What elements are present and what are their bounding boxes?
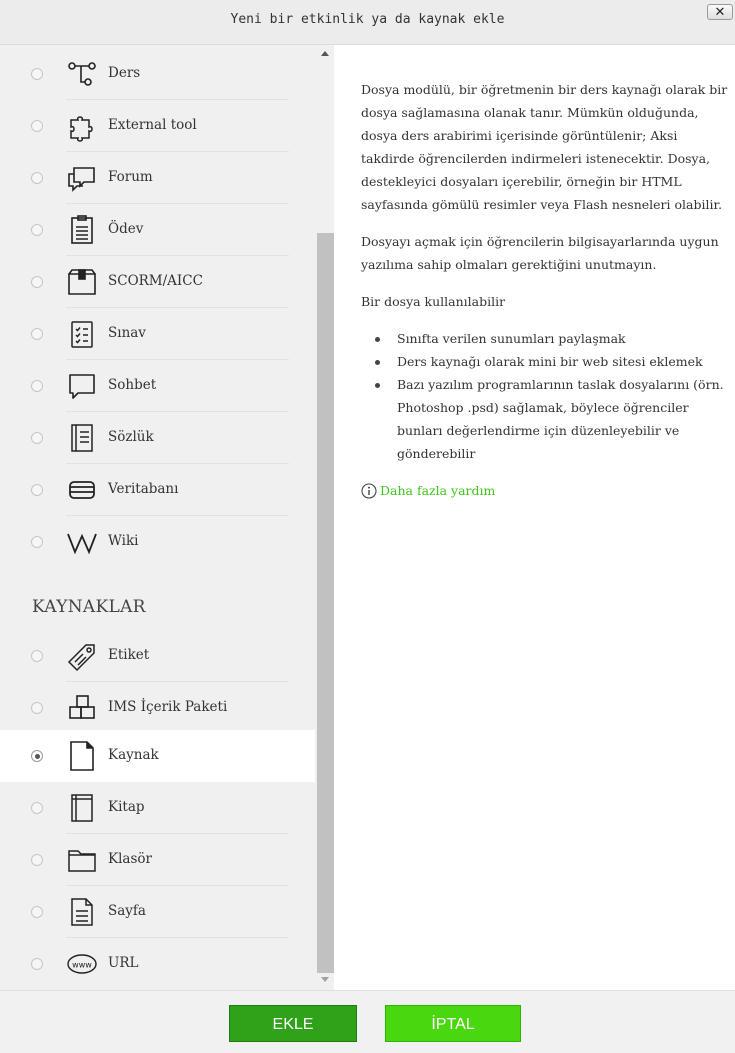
- option-label: IMS İçerik Paketi: [108, 699, 228, 715]
- description-paragraph: Bir dosya kullanılabilir: [361, 294, 506, 309]
- more-help-link[interactable]: Daha fazla yardım: [361, 479, 729, 502]
- radio-external-tool[interactable]: [31, 120, 43, 132]
- option-sayfa[interactable]: Sayfa: [0, 886, 315, 938]
- radio-sinav[interactable]: [31, 328, 43, 340]
- usage-list-item: Bazı yazılım programlarının taslak dosya…: [375, 373, 729, 465]
- radio-etiket[interactable]: [31, 650, 43, 662]
- dialog-title: Yeni bir etkinlik ya da kaynak ekle: [230, 12, 505, 27]
- option-label: Kitap: [108, 799, 145, 815]
- option-label: Klasör: [108, 851, 152, 867]
- option-label: Sınav: [108, 325, 146, 341]
- option-sozluk[interactable]: Sözlük: [0, 412, 315, 464]
- option-label: Forum: [108, 169, 153, 185]
- radio-kitap[interactable]: [31, 802, 43, 814]
- add-button[interactable]: EKLE: [229, 1005, 357, 1042]
- radio-scorm[interactable]: [31, 276, 43, 288]
- scroll-up-arrow-icon[interactable]: [321, 51, 329, 56]
- usage-list: Sınıfta verilen sunumları paylaşmak Ders…: [361, 327, 729, 465]
- radio-ims[interactable]: [31, 702, 43, 714]
- radio-klasor[interactable]: [31, 854, 43, 866]
- option-kaynak[interactable]: Kaynak: [0, 730, 315, 782]
- module-description: Dosya modülü, bir öğretmenin bir ders ka…: [361, 78, 729, 502]
- radio-ders[interactable]: [31, 68, 43, 80]
- info-icon: [361, 482, 377, 499]
- option-label: SCORM/AICC: [108, 273, 203, 289]
- option-sohbet[interactable]: Sohbet: [0, 360, 315, 412]
- option-sinav[interactable]: Sınav: [0, 308, 315, 360]
- option-odev[interactable]: Ödev: [0, 204, 315, 256]
- option-klasor[interactable]: Klasör: [0, 834, 315, 886]
- option-label: Ders: [108, 65, 141, 81]
- usage-list-item: Ders kaynağı olarak mini bir web sitesi …: [375, 350, 729, 373]
- page-icon: [66, 896, 98, 928]
- dialog-header: Yeni bir etkinlik ya da kaynak ekle ✕: [0, 0, 735, 45]
- assignment-icon: [66, 214, 98, 246]
- module-chooser-list: Ders External tool Forum Ödev SCORM/AICC: [0, 45, 334, 990]
- radio-sohbet[interactable]: [31, 380, 43, 392]
- cancel-button[interactable]: İPTAL: [385, 1005, 521, 1042]
- usage-list-item: Sınıfta verilen sunumları paylaşmak: [375, 327, 729, 350]
- option-forum[interactable]: Forum: [0, 152, 315, 204]
- option-ims-icerik-paketi[interactable]: IMS İçerik Paketi: [0, 682, 315, 734]
- option-ders[interactable]: Ders: [0, 48, 315, 100]
- book-icon: [66, 792, 98, 824]
- radio-url[interactable]: [31, 958, 43, 970]
- svg-text:www: www: [72, 961, 92, 970]
- lesson-icon: [66, 58, 98, 90]
- option-veritabani[interactable]: Veritabanı: [0, 464, 315, 516]
- forum-icon: [66, 162, 98, 194]
- option-label: Etiket: [108, 647, 150, 663]
- dialog-footer: EKLE İPTAL: [0, 990, 735, 1053]
- wiki-icon: [66, 526, 98, 558]
- description-paragraph: Dosyayı açmak için öğrencilerin bilgisay…: [361, 234, 719, 272]
- scorm-icon: [66, 266, 98, 298]
- folder-icon: [66, 844, 98, 876]
- quiz-icon: [66, 318, 98, 350]
- radio-forum[interactable]: [31, 172, 43, 184]
- option-external-tool[interactable]: External tool: [0, 100, 315, 152]
- glossary-icon: [66, 422, 98, 454]
- option-label: Veritabanı: [108, 481, 179, 497]
- close-button[interactable]: ✕: [707, 4, 733, 20]
- option-etiket[interactable]: Etiket: [0, 630, 315, 682]
- radio-sozluk[interactable]: [31, 432, 43, 444]
- option-label: Kaynak: [108, 747, 159, 763]
- radio-wiki[interactable]: [31, 536, 43, 548]
- option-label: Sözlük: [108, 429, 154, 445]
- url-icon: www: [66, 948, 98, 980]
- option-label: Ödev: [108, 221, 144, 237]
- option-label: Sayfa: [108, 903, 146, 919]
- database-icon: [66, 474, 98, 506]
- option-label: Wiki: [108, 533, 139, 549]
- scroll-down-arrow-icon[interactable]: [321, 977, 329, 982]
- label-tag-icon: [66, 640, 98, 672]
- more-help-link-text[interactable]: Daha fazla yardım: [380, 479, 495, 502]
- chat-icon: [66, 370, 98, 402]
- option-wiki[interactable]: Wiki: [0, 516, 315, 568]
- radio-veritabani[interactable]: [31, 484, 43, 496]
- list-scrollbar[interactable]: [316, 45, 334, 990]
- option-url[interactable]: www URL: [0, 938, 315, 990]
- resources-heading: KAYNAKLAR: [32, 597, 146, 617]
- option-label: Sohbet: [108, 377, 157, 393]
- ims-package-icon: [66, 692, 98, 724]
- option-label: External tool: [108, 117, 197, 133]
- radio-kaynak[interactable]: [31, 750, 43, 762]
- puzzle-icon: [66, 110, 98, 142]
- scrollbar-thumb[interactable]: [317, 233, 334, 973]
- description-paragraph: Dosya modülü, bir öğretmenin bir ders ka…: [361, 82, 728, 212]
- file-icon: [66, 740, 98, 772]
- option-label: URL: [108, 955, 139, 971]
- option-kitap[interactable]: Kitap: [0, 782, 315, 834]
- option-scorm[interactable]: SCORM/AICC: [0, 256, 315, 308]
- radio-sayfa[interactable]: [31, 906, 43, 918]
- radio-odev[interactable]: [31, 224, 43, 236]
